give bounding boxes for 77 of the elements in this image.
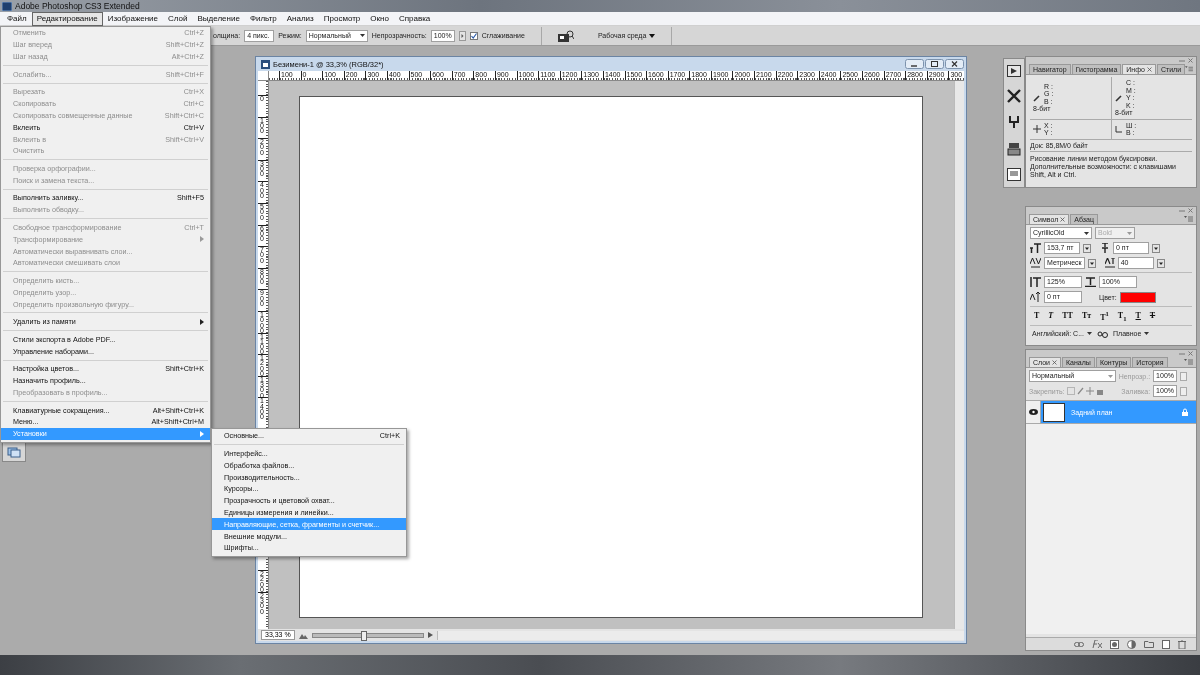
close-icon[interactable]: [1060, 217, 1066, 222]
close-icon[interactable]: [1146, 67, 1152, 72]
caret-icon: [1087, 332, 1092, 336]
text-style-button[interactable]: T: [1133, 311, 1143, 321]
dropdown-button[interactable]: [1156, 258, 1165, 268]
slider-toggle-icon[interactable]: [458, 30, 466, 41]
tracking-icon: [1104, 258, 1115, 268]
minimize-button[interactable]: [905, 59, 924, 69]
caret-icon: [1107, 374, 1113, 378]
menu-bar-item[interactable]: Справка: [393, 11, 436, 26]
color-swatch[interactable]: [1119, 291, 1156, 303]
dropdown-button[interactable]: [1152, 243, 1160, 253]
play-icon[interactable]: [1007, 65, 1021, 78]
vertical-scale-icon: [1030, 277, 1041, 287]
close-icon[interactable]: [1188, 58, 1193, 63]
document-icon: [261, 59, 270, 69]
submenu-arrow-icon: [200, 430, 204, 437]
new-layer-icon[interactable]: [1162, 639, 1170, 649]
menu-bar-item[interactable]: Файл: [2, 11, 32, 26]
adjustment-layer-icon[interactable]: [1127, 639, 1136, 649]
text-style-button[interactable]: T$^{1}$: [1098, 310, 1111, 322]
panel-menu-icon[interactable]: [1185, 66, 1193, 72]
submenu-arrow-icon: [200, 318, 204, 325]
antialias-icon: [1097, 329, 1108, 339]
leading-icon: [1100, 243, 1110, 253]
font-size-icon: [1030, 243, 1041, 253]
close-icon[interactable]: [1188, 351, 1193, 356]
text-style-button[interactable]: T: [1032, 311, 1042, 321]
close-icon[interactable]: [1188, 208, 1193, 213]
text-style-button[interactable]: T$_{1}$: [1115, 310, 1129, 322]
menu-bar-item[interactable]: Окно: [365, 11, 394, 26]
close-button[interactable]: [945, 59, 964, 69]
arrow-right-icon[interactable]: [427, 632, 433, 638]
eye-icon[interactable]: [1028, 409, 1038, 415]
panel-menu-icon[interactable]: [1184, 216, 1193, 222]
crosshair-icon: [1033, 125, 1041, 133]
eyedropper-icon: [1033, 93, 1041, 102]
text-style-button[interactable]: Tт: [1079, 311, 1094, 321]
caret-icon: [1144, 332, 1150, 336]
kerning-icon: [1030, 258, 1041, 268]
trash-icon[interactable]: [1178, 639, 1186, 649]
menu-bar-item[interactable]: Изображение: [102, 11, 164, 26]
eyedropper-icon: [1115, 93, 1123, 102]
submenu-arrow-icon: [200, 236, 204, 243]
menu-bar-item[interactable]: Анализ: [281, 11, 319, 26]
close-icon[interactable]: [1052, 360, 1058, 365]
mask-icon[interactable]: [1110, 639, 1119, 649]
layer-comps-icon[interactable]: [1007, 167, 1021, 181]
caret-icon: [649, 33, 656, 38]
caret-icon: [359, 34, 365, 37]
baseline-shift-icon: [1030, 292, 1041, 302]
maximize-button[interactable]: [925, 59, 944, 69]
dropdown-button[interactable]: [1087, 258, 1096, 268]
layer-thumbnail: [1043, 402, 1065, 422]
caret-icon: [1127, 231, 1132, 235]
menu-bar-item[interactable]: Просмотр: [318, 11, 366, 26]
folder-icon[interactable]: [1144, 640, 1154, 648]
caret-icon: [1084, 231, 1089, 235]
selection-size-icon: [1115, 125, 1123, 133]
file-browser-icon[interactable]: [557, 29, 574, 42]
screen-mode-icon[interactable]: [7, 446, 21, 458]
effects-icon[interactable]: [1092, 640, 1102, 648]
panel-menu-icon[interactable]: [1184, 359, 1193, 365]
checkbox[interactable]: [469, 31, 478, 40]
menu-bar-item[interactable]: Фильтр: [244, 11, 282, 26]
dropdown-button[interactable]: [1083, 243, 1091, 253]
text-style-button[interactable]: T: [1147, 311, 1158, 321]
stamp-icon[interactable]: [1007, 141, 1021, 156]
menu-bar-item[interactable]: Слой: [163, 11, 193, 26]
window-title: Adobe Photoshop CS3 Extended: [15, 1, 140, 11]
menu-bar-item[interactable]: Выделение: [192, 11, 245, 26]
link-icon[interactable]: [1074, 640, 1084, 648]
text-style-button[interactable]: TT: [1060, 311, 1075, 321]
zoom-slider-thumb[interactable]: [361, 630, 368, 641]
text-style-button[interactable]: T: [1046, 311, 1056, 321]
lock-options-icon[interactable]: [1067, 387, 1104, 395]
horizontal-scale-icon: [1085, 277, 1096, 287]
